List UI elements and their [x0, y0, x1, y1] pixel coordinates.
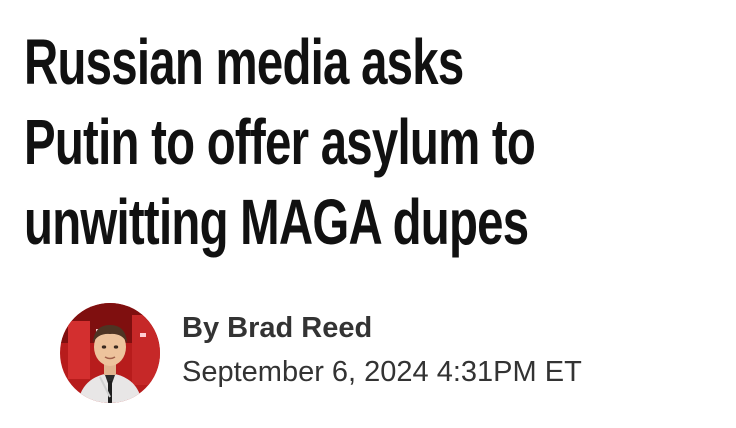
article-header: Russian media asks Putin to offer asylum… [0, 0, 736, 428]
headline-line-2: Putin to offer asylum to [24, 106, 536, 178]
article-headline: Russian media asks Putin to offer asylum… [24, 22, 542, 262]
headline-line-1: Russian media asks [24, 26, 464, 98]
byline: By Brad Reed September 6, 2024 4:31PM ET [60, 303, 582, 403]
publish-date: September 6, 2024 4:31PM ET [182, 356, 582, 388]
byline-meta: By Brad Reed September 6, 2024 4:31PM ET [182, 312, 582, 390]
author-avatar[interactable] [60, 303, 160, 403]
author-photo-icon [60, 303, 160, 403]
headline-line-3: unwitting MAGA dupes [24, 186, 529, 258]
author-name[interactable]: By Brad Reed [182, 310, 582, 346]
